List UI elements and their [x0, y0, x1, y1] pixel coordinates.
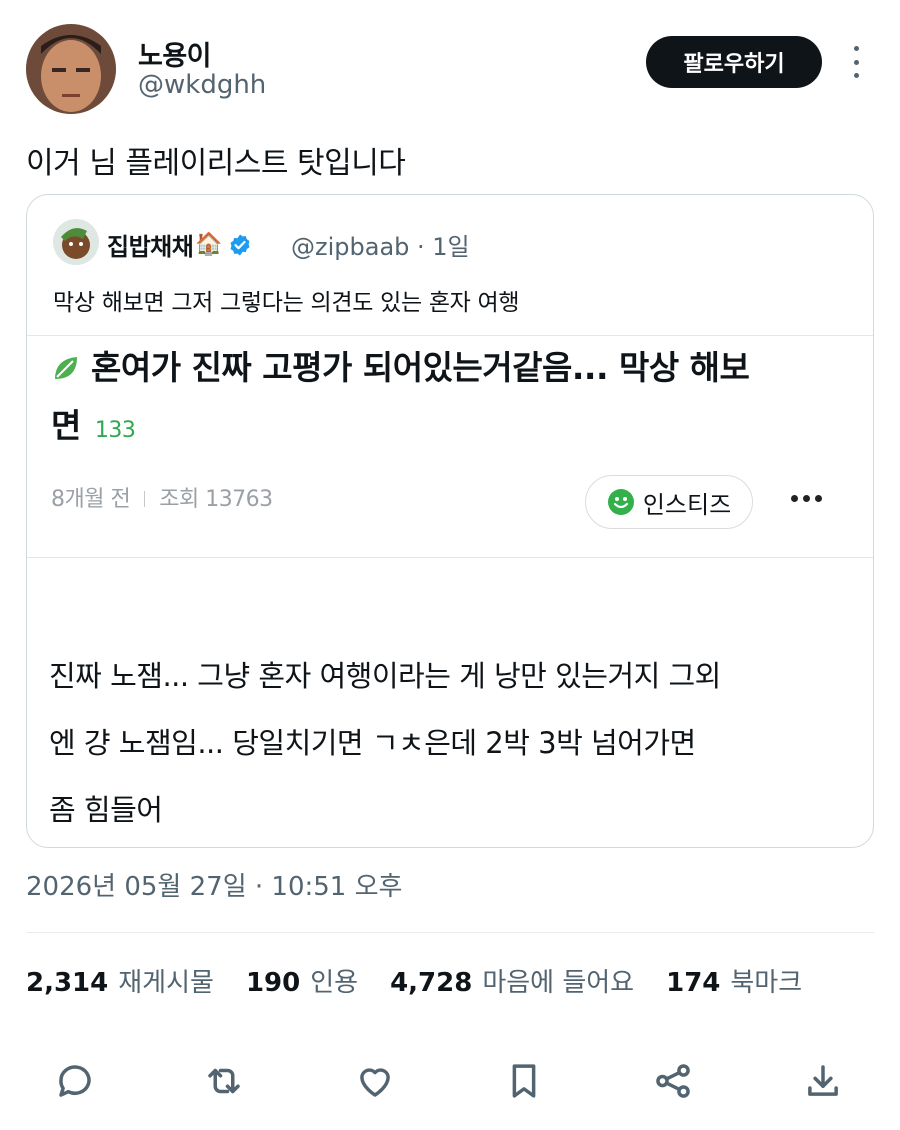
- quoted-tweet-text: 막상 해보면 그저 그렇다는 의견도 있는 혼자 여행: [53, 290, 520, 316]
- post-body-line: 좀 힘들어: [49, 793, 163, 827]
- bookmarks-label: 북마크: [730, 968, 803, 998]
- quoted-author-name[interactable]: 집밥채채 🏠: [107, 227, 252, 262]
- post-title-line2: 면: [51, 406, 81, 445]
- likes-label: 마음에 들어요: [482, 968, 635, 998]
- bookmarks-stat[interactable]: 174 북마크: [666, 962, 802, 999]
- quotes-count: 190: [245, 968, 301, 998]
- share-button[interactable]: [650, 1058, 696, 1104]
- quoted-tweet-card[interactable]: 집밥채채 🏠 @zipbaab · 1일 막상 해보면 그저 그렇다는 의견도 …: [26, 194, 874, 848]
- share-icon: [656, 1064, 690, 1098]
- retweets-stat[interactable]: 2,314 재게시물: [26, 962, 214, 999]
- card-divider: [27, 335, 873, 336]
- leaf-icon: [55, 357, 77, 379]
- reply-button[interactable]: [52, 1058, 98, 1104]
- author-display-name[interactable]: 노용이: [138, 34, 212, 73]
- more-options-icon[interactable]: [846, 42, 866, 82]
- verified-badge-icon: [230, 234, 250, 255]
- post-meta: 8개월 전 조회 13763: [51, 481, 273, 513]
- bookmarks-count: 174: [666, 968, 721, 998]
- likes-stat[interactable]: 4,728 마음에 들어요: [390, 962, 634, 999]
- bookmark-icon: [512, 1064, 536, 1098]
- action-bar: [0, 1058, 900, 1104]
- retweets-count: 2,314: [26, 968, 109, 998]
- download-button[interactable]: [800, 1058, 846, 1104]
- retweet-icon: [208, 1068, 240, 1094]
- comment-count: 133: [94, 418, 136, 443]
- post-views: 조회 13763: [159, 487, 273, 512]
- download-icon: [808, 1065, 838, 1096]
- bookmark-button[interactable]: [501, 1058, 547, 1104]
- community-badge[interactable]: 인스티즈: [585, 475, 753, 529]
- author-avatar[interactable]: [26, 24, 116, 114]
- meta-separator: [144, 491, 146, 507]
- card-divider: [27, 557, 873, 558]
- post-age: 8개월 전: [51, 487, 131, 512]
- post-body-line: 진짜 노잼... 그냥 혼자 여행이라는 게 낭만 있는거지 그외: [49, 659, 721, 693]
- author-handle[interactable]: @wkdghh: [138, 70, 266, 100]
- retweets-label: 재게시물: [118, 968, 214, 998]
- post-title: 혼여가 진짜 고평가 되어있는거같음... 막상 해보 면 133: [51, 339, 851, 460]
- retweet-button[interactable]: [201, 1058, 247, 1104]
- reply-icon: [59, 1065, 91, 1097]
- tweet-text: 이거 님 플레이리스트 탓입니다: [26, 146, 406, 181]
- post-body-line: 엔 걍 노잼임... 당일치기면 ㄱㅊ은데 2박 3박 넘어가면: [49, 726, 696, 760]
- tweet-timestamp[interactable]: 2026년 05월 27일 · 10:51 오후: [26, 866, 402, 903]
- quoted-author-avatar[interactable]: [53, 219, 99, 265]
- likes-count: 4,728: [390, 968, 473, 998]
- community-label: 인스티즈: [642, 490, 732, 519]
- quotes-label: 인용: [310, 968, 359, 998]
- divider: [26, 932, 874, 933]
- heart-icon: [360, 1068, 390, 1097]
- quoted-author-handle-time: @zipbaab · 1일: [291, 233, 470, 261]
- engagement-stats: 2,314 재게시물 190 인용 4,728 마음에 들어요 174 북마크: [26, 962, 834, 999]
- quotes-stat[interactable]: 190 인용: [246, 962, 358, 999]
- post-body: 진짜 노잼... 그냥 혼자 여행이라는 게 낭만 있는거지 그외 엔 걍 노잼…: [49, 643, 859, 844]
- post-title-line1: 혼여가 진짜 고평가 되어있는거같음... 막상 해보: [91, 348, 750, 387]
- post-more-icon[interactable]: [791, 495, 822, 502]
- like-button[interactable]: [352, 1058, 398, 1104]
- quoted-author-name-text: 집밥채채: [107, 233, 194, 261]
- smile-icon: [607, 489, 634, 515]
- house-emoji: 🏠: [195, 232, 223, 257]
- follow-button[interactable]: 팔로우하기: [646, 36, 822, 88]
